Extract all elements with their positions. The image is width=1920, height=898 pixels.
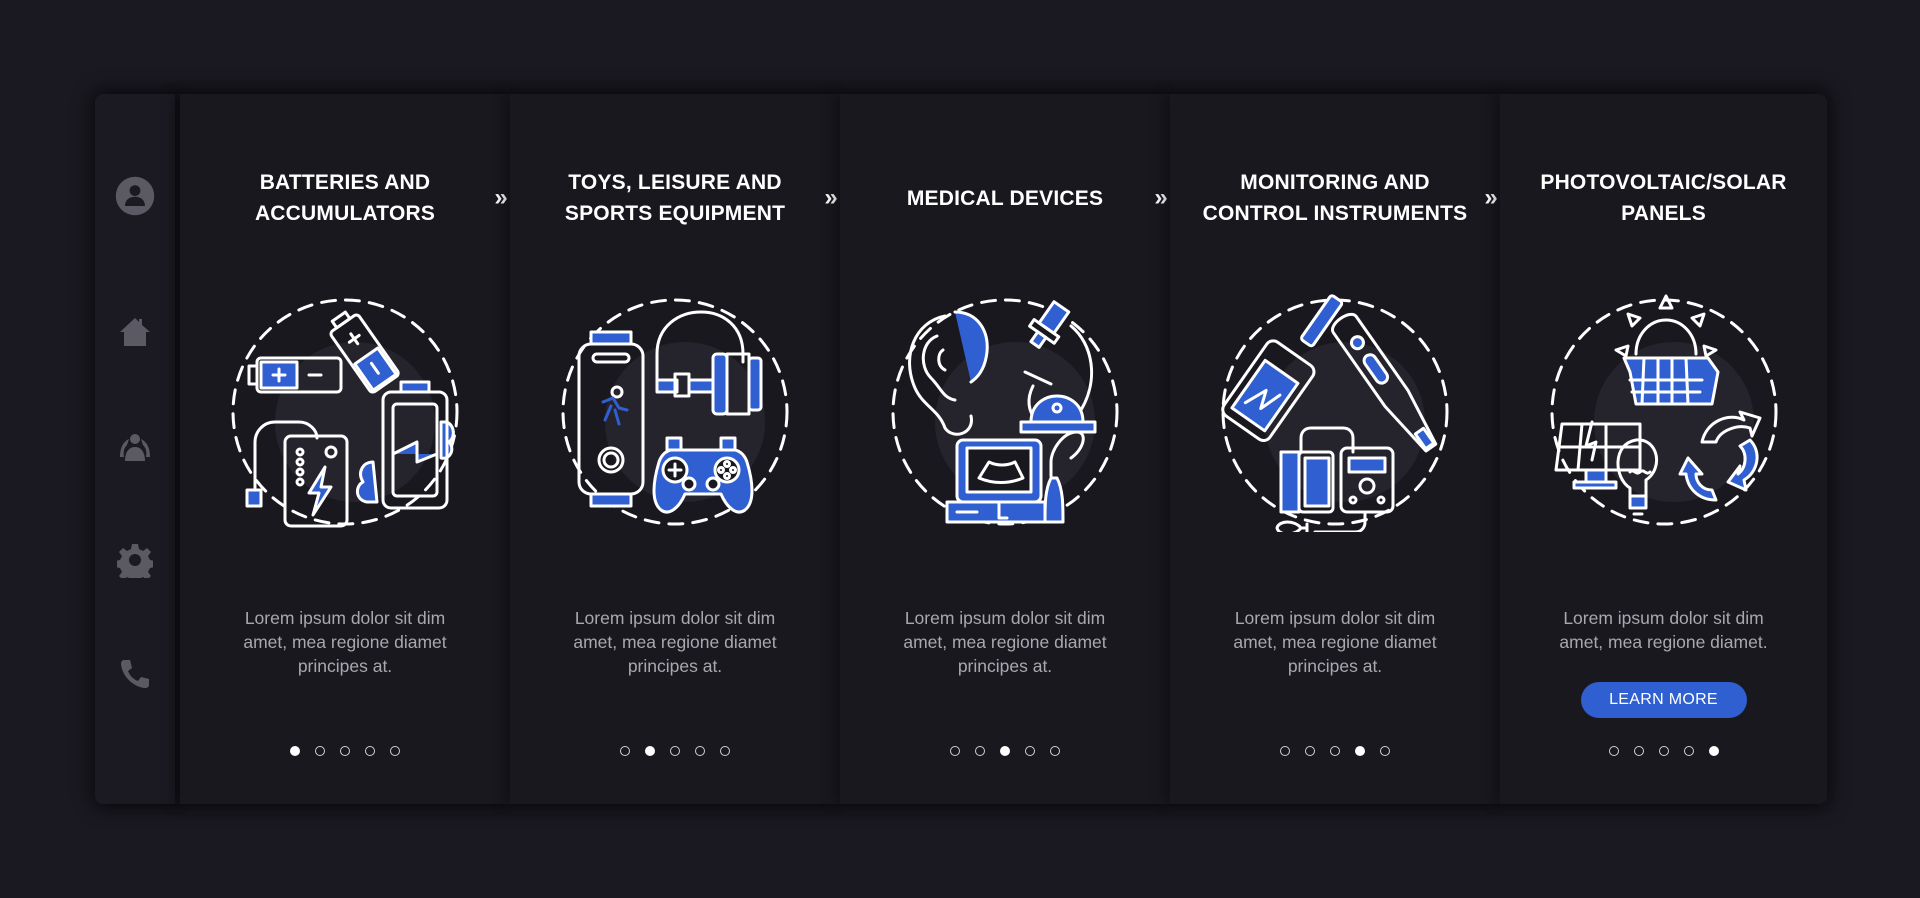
panel-solar-panels: Photovoltaic/solar panels Lorem <box>1500 94 1827 804</box>
description-line: principes at. <box>1287 656 1383 676</box>
pagination-dots <box>1170 746 1500 756</box>
panel-description: Lorem ipsum dolor sit dim amet, mea regi… <box>510 606 840 678</box>
page-dot-1[interactable] <box>1280 746 1290 756</box>
panel-batteries: Batteries and accumulators » <box>180 94 510 804</box>
title-line: Monitoring and <box>1240 171 1430 194</box>
description-line: Lorem ipsum dolor sit dim <box>244 608 446 628</box>
title-line: Medical devices <box>906 186 1104 210</box>
title-line: Photovoltaic/solar <box>1540 171 1787 194</box>
description-line: amet, mea regione diamet <box>573 632 777 652</box>
page-dot-3[interactable] <box>1658 746 1669 756</box>
description-line: amet, mea regione diamet <box>903 632 1107 652</box>
description-line: Lorem ipsum dolor sit dim <box>1563 608 1764 628</box>
next-chevron-icon[interactable]: » <box>1146 186 1170 210</box>
page-dot-5[interactable] <box>1708 746 1719 756</box>
medical-devices-icon <box>885 292 1125 532</box>
page-dot-5[interactable] <box>720 746 730 756</box>
page-dot-3[interactable] <box>340 746 350 756</box>
page-dot-3[interactable] <box>670 746 680 756</box>
page-dot-2[interactable] <box>645 746 655 756</box>
page-dot-1[interactable] <box>950 746 960 756</box>
page-dot-3[interactable] <box>1000 746 1010 756</box>
page-dot-4[interactable] <box>1683 746 1694 756</box>
page-dot-5[interactable] <box>1380 746 1390 756</box>
title-line: sports equipment <box>564 202 786 225</box>
page-dot-1[interactable] <box>1608 746 1619 756</box>
toys-sports-icon <box>555 292 795 532</box>
page-dot-2[interactable] <box>975 746 985 756</box>
pagination-dots <box>510 746 840 756</box>
panel-toys-sports: Toys, leisure and sports equipment » <box>510 94 840 804</box>
solar-panels-icon <box>1544 292 1784 532</box>
page-dot-5[interactable] <box>390 746 400 756</box>
page-dot-3[interactable] <box>1330 746 1340 756</box>
page-dot-4[interactable] <box>1025 746 1035 756</box>
description-line: Lorem ipsum dolor sit dim <box>574 608 776 628</box>
description-line: principes at. <box>297 656 393 676</box>
panel-title: Monitoring and control instruments <box>1170 166 1500 230</box>
panel-description: Lorem ipsum dolor sit dim amet, mea regi… <box>1500 606 1827 654</box>
pagination-dots <box>1500 746 1827 756</box>
page-dot-4[interactable] <box>365 746 375 756</box>
title-line: accumulators <box>254 202 436 225</box>
learn-more-button[interactable]: LEARN MORE <box>1580 682 1747 718</box>
title-line: panels <box>1621 202 1706 225</box>
next-chevron-icon[interactable]: » <box>486 186 510 210</box>
page-dot-1[interactable] <box>620 746 630 756</box>
page-dot-1[interactable] <box>290 746 300 756</box>
panel-description: Lorem ipsum dolor sit dim amet, mea regi… <box>840 606 1170 678</box>
panel-description: Lorem ipsum dolor sit dim amet, mea regi… <box>1170 606 1500 678</box>
page-dot-4[interactable] <box>1355 746 1365 756</box>
next-chevron-icon[interactable]: » <box>1476 186 1500 210</box>
page-dot-4[interactable] <box>695 746 705 756</box>
description-line: amet, mea regione diamet <box>243 632 447 652</box>
description-line: amet, mea regione diamet <box>1233 632 1437 652</box>
description-line: principes at. <box>627 656 723 676</box>
description-line: Lorem ipsum dolor sit dim <box>904 608 1106 628</box>
page-dot-2[interactable] <box>1633 746 1644 756</box>
batteries-icon <box>225 292 465 532</box>
pagination-dots <box>840 746 1170 756</box>
panel-medical-devices: Medical devices » <box>840 94 1170 804</box>
onboarding-frame: Batteries and accumulators » <box>95 94 1827 804</box>
team-icon[interactable] <box>115 426 155 466</box>
panel-title: Batteries and accumulators <box>180 166 510 230</box>
page-dot-2[interactable] <box>315 746 325 756</box>
page-dot-5[interactable] <box>1050 746 1060 756</box>
description-line: amet, mea regione diamet. <box>1559 632 1768 652</box>
next-chevron-icon[interactable]: » <box>816 186 840 210</box>
home-icon[interactable] <box>115 312 155 352</box>
title-line: control instruments <box>1202 202 1468 225</box>
gear-icon[interactable] <box>115 540 155 580</box>
pagination-dots <box>180 746 510 756</box>
panel-title: Toys, leisure and sports equipment <box>510 166 840 230</box>
panel-monitoring-instruments: Monitoring and control instruments » Lore… <box>1170 94 1500 804</box>
page-dot-2[interactable] <box>1305 746 1315 756</box>
panel-title: Photovoltaic/solar panels <box>1500 166 1827 230</box>
user-profile-icon[interactable] <box>115 176 155 216</box>
phone-icon[interactable] <box>115 654 155 694</box>
description-line: principes at. <box>957 656 1053 676</box>
panel-description: Lorem ipsum dolor sit dim amet, mea regi… <box>180 606 510 678</box>
description-line: Lorem ipsum dolor sit dim <box>1234 608 1436 628</box>
panel-title: Medical devices <box>840 166 1170 230</box>
monitoring-instruments-icon <box>1215 292 1455 536</box>
sidebar <box>95 94 175 804</box>
title-line: Batteries and <box>259 171 431 194</box>
title-line: Toys, leisure and <box>568 171 782 194</box>
